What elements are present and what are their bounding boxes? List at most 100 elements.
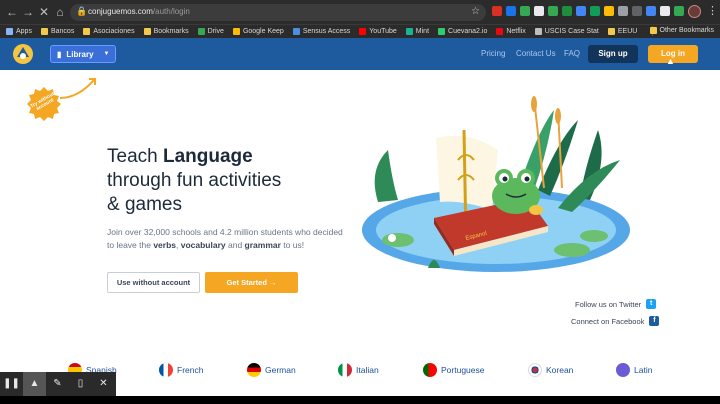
language-italian[interactable]: Italian [338, 363, 379, 377]
home-icon[interactable]: ⌂ [52, 4, 68, 20]
bookmark-item[interactable]: Asociaciones [83, 28, 135, 35]
get-started-button[interactable]: Get Started → [205, 272, 298, 293]
twitter-label: Follow us on Twitter [575, 299, 642, 309]
bookmark-favicon-icon [438, 28, 446, 35]
bookmark-item[interactable]: EEUU [607, 28, 638, 35]
twitter-link[interactable]: Follow us on Twitter t [575, 299, 657, 309]
bookmark-item[interactable]: USCIS Case Stat [534, 28, 599, 35]
korea-flag-icon [528, 363, 542, 377]
lock-icon: 🔒 [76, 6, 88, 16]
bookmark-label: Drive [207, 28, 224, 35]
frog-on-book-illustration: Espanol [362, 96, 630, 272]
language-german[interactable]: German [247, 363, 296, 377]
bookmark-star-icon[interactable]: ☆ [471, 6, 480, 17]
bookmark-favicon-icon [40, 28, 48, 35]
bookmark-favicon-icon [607, 28, 615, 35]
bookmark-label: Bookmarks [153, 28, 189, 35]
extension-icon[interactable] [618, 6, 628, 16]
facebook-label: Connect on Facebook [571, 316, 645, 326]
use-without-account-button[interactable]: Use without account [107, 272, 200, 293]
extension-icon[interactable] [534, 6, 544, 16]
book-icon: ▮ [57, 49, 62, 59]
close-icon[interactable]: ✕ [92, 372, 115, 396]
extension-icon[interactable] [492, 6, 502, 16]
extension-icon[interactable] [548, 6, 558, 16]
bookmark-favicon-icon [6, 28, 13, 35]
pointer-icon[interactable]: ▲ [23, 372, 46, 396]
library-dropdown[interactable]: ▮ Library ▼ [50, 45, 116, 63]
browser-menu-icon[interactable]: ⋮ [707, 4, 718, 17]
bookmark-favicon-icon [143, 28, 151, 35]
bookmark-label: Sensus Access [302, 28, 351, 35]
bookmark-item[interactable]: Google Keep [232, 28, 284, 35]
language-label: German [265, 365, 296, 375]
pen-icon[interactable]: ✎ [46, 372, 69, 396]
address-bar[interactable]: 🔒 conjuguemos.com/auth/login ☆ [70, 4, 486, 21]
bookmark-favicon-icon [405, 28, 413, 35]
bookmark-favicon-icon [232, 28, 240, 35]
twitter-icon: t [646, 299, 657, 309]
bookmark-item[interactable]: Cuevana2.io [438, 28, 487, 35]
germany-flag-icon [247, 363, 261, 377]
curved-arrow-icon [59, 78, 96, 99]
bookmark-label: Apps [16, 28, 32, 35]
language-portuguese[interactable]: Portuguese [423, 363, 484, 377]
language-latin[interactable]: Latin [616, 363, 652, 377]
profile-avatar[interactable] [688, 5, 701, 18]
latin-icon [616, 363, 630, 377]
language-french[interactable]: French [159, 363, 203, 377]
bookmark-item[interactable]: Drive [197, 28, 224, 35]
bookmark-favicon-icon [83, 28, 91, 35]
recording-toolbar: ❚❚ ▲ ✎ ▯ ✕ [0, 372, 116, 396]
bookmark-item[interactable]: Mint [405, 28, 430, 35]
stop-loading-icon[interactable]: ✕ [36, 4, 52, 20]
bookmark-item[interactable]: Netflix [496, 28, 526, 35]
portugal-flag-icon [423, 363, 437, 377]
back-icon[interactable]: ← [4, 4, 20, 20]
language-korean[interactable]: Korean [528, 363, 573, 377]
bottom-strip [0, 396, 720, 404]
bookmark-item[interactable]: Sensus Access [292, 28, 351, 35]
bookmark-label: Netflix [506, 28, 526, 35]
signup-button[interactable]: Sign up [588, 45, 638, 63]
extension-icon[interactable] [562, 6, 572, 16]
extension-icon[interactable] [520, 6, 530, 16]
extension-icon[interactable] [632, 6, 642, 16]
hero-description: Join over 32,000 schools and 4.2 million… [107, 227, 343, 250]
extension-icon[interactable] [674, 6, 684, 16]
pricing-link[interactable]: Pricing [481, 49, 505, 58]
bookmark-label: EEUU [617, 28, 638, 35]
forward-icon[interactable]: → [20, 4, 36, 20]
bookmark-label: USCIS Case Stat [544, 28, 599, 35]
pause-icon[interactable]: ❚❚ [0, 372, 23, 396]
bookmark-favicon-icon [359, 28, 367, 35]
folder-icon [649, 27, 657, 34]
other-bookmarks[interactable]: Other Bookmarks [649, 27, 714, 34]
other-bookmarks-label: Other Bookmarks [659, 27, 714, 34]
facebook-icon: f [649, 316, 660, 326]
bookmark-item[interactable]: Bookmarks [143, 28, 189, 35]
language-label: Latin [634, 365, 653, 375]
bookmark-item[interactable]: Apps [6, 28, 32, 35]
facebook-link[interactable]: Connect on Facebook f [571, 316, 660, 326]
extension-icon[interactable] [506, 6, 516, 16]
bookmark-item[interactable]: YouTube [359, 28, 397, 35]
contact-link[interactable]: Contact Us [516, 49, 556, 58]
extension-icon[interactable] [576, 6, 586, 16]
bookmark-label: Google Keep [242, 28, 284, 35]
faq-link[interactable]: FAQ [564, 49, 580, 58]
bookmark-label: Asociaciones [93, 28, 135, 35]
hero-title: Teach Language through fun activities & … [107, 146, 282, 215]
bookmark-label: Mint [415, 28, 430, 35]
conjuguemos-logo[interactable] [12, 43, 34, 65]
bookmark-favicon-icon [197, 28, 205, 35]
france-flag-icon [159, 363, 173, 377]
bookmark-item[interactable]: Bancos [40, 28, 74, 35]
bookmarks-bar: Apps Bancos Asociaciones Bookmarks Drive Goog… [0, 24, 720, 38]
highlighter-icon[interactable]: ▯ [69, 372, 92, 396]
bookmark-favicon-icon [292, 28, 300, 35]
extension-icon[interactable] [604, 6, 614, 16]
extension-icon[interactable] [590, 6, 600, 16]
extension-icon[interactable] [646, 6, 656, 16]
extension-icon[interactable] [660, 6, 670, 16]
